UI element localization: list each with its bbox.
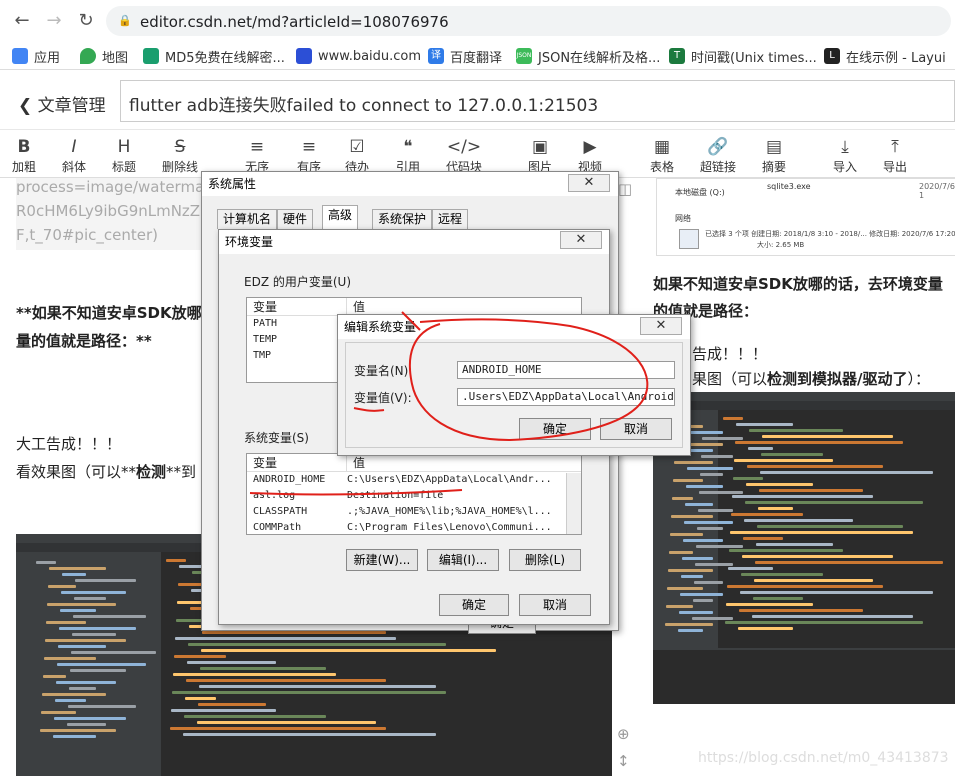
red-circle-annotation bbox=[408, 318, 649, 442]
red-tick-annotation bbox=[401, 311, 421, 331]
red-annotation-overlay bbox=[249, 311, 649, 496]
red-underline-value-label bbox=[353, 407, 385, 412]
red-underline-android-home bbox=[249, 489, 463, 496]
